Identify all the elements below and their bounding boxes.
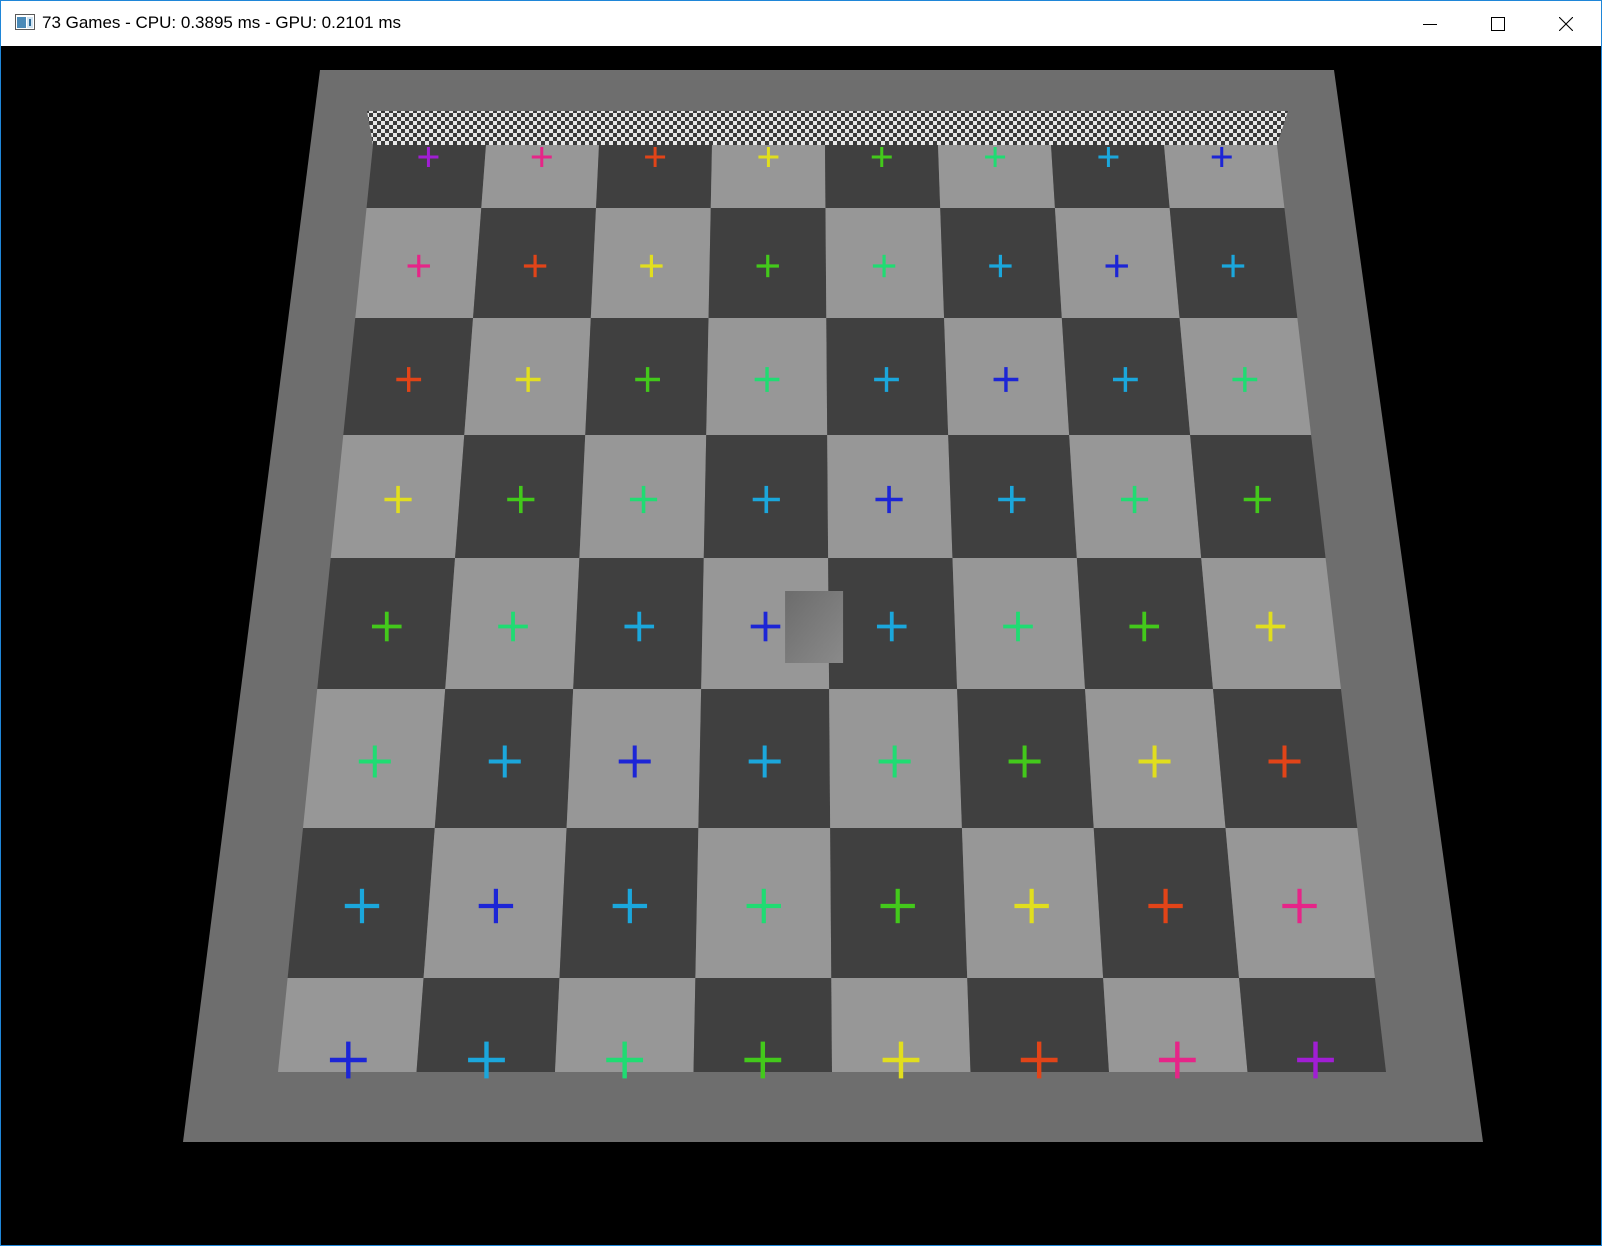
- board-tile: [1051, 145, 1170, 208]
- cube-layer: [785, 591, 844, 663]
- maximize-button[interactable]: [1464, 1, 1532, 46]
- app-window-icon: [15, 14, 35, 30]
- game-scene: [183, 70, 1483, 1142]
- close-icon: [1559, 16, 1573, 31]
- board-tile: [366, 145, 486, 208]
- minimize-button[interactable]: [1396, 1, 1464, 46]
- minimize-icon: [1423, 23, 1437, 25]
- close-button[interactable]: [1532, 1, 1600, 46]
- game-window: 73 Games - CPU: 0.3895 ms - GPU: 0.2101 …: [0, 0, 1602, 1246]
- board-tile: [481, 145, 599, 208]
- maximize-icon: [1491, 16, 1505, 31]
- title-bar[interactable]: 73 Games - CPU: 0.3895 ms - GPU: 0.2101 …: [1, 1, 1601, 46]
- back-wall-checkered: [367, 111, 1288, 145]
- game-viewport[interactable]: [1, 46, 1601, 1245]
- player-cube: [785, 591, 844, 663]
- board-tile: [1164, 145, 1285, 208]
- window-title: 73 Games - CPU: 0.3895 ms - GPU: 0.2101 …: [42, 13, 402, 32]
